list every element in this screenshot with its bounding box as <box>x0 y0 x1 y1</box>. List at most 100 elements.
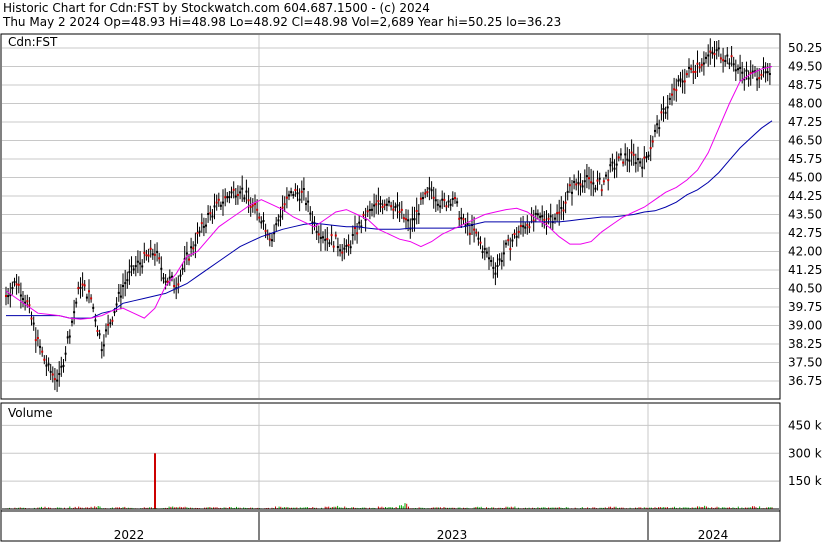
close-mark <box>83 284 86 287</box>
close-mark <box>75 301 78 304</box>
close-mark <box>92 306 95 309</box>
close-mark <box>541 215 544 218</box>
close-mark <box>432 196 435 199</box>
close-mark <box>679 78 682 81</box>
close-mark <box>19 294 22 297</box>
volume-tick-label: 450 k <box>788 418 822 432</box>
close-mark <box>709 50 712 53</box>
close-mark <box>477 237 480 240</box>
price-tick-label: 45.00 <box>788 171 822 185</box>
close-mark <box>424 192 427 195</box>
close-mark <box>619 153 622 156</box>
close-mark <box>511 239 514 242</box>
close-mark <box>611 161 614 164</box>
price-tick-label: 42.75 <box>788 226 822 240</box>
close-mark <box>660 111 663 114</box>
close-mark <box>466 223 469 226</box>
close-mark <box>726 54 729 57</box>
close-mark <box>573 180 576 183</box>
close-mark <box>609 164 612 167</box>
close-mark <box>228 196 231 199</box>
close-mark <box>30 317 33 320</box>
close-mark <box>347 244 350 246</box>
close-mark <box>71 320 73 323</box>
close-mark <box>230 191 233 194</box>
close-mark <box>34 339 37 342</box>
close-mark <box>515 235 518 238</box>
close-mark <box>279 215 282 218</box>
close-mark <box>130 265 133 268</box>
close-mark <box>111 319 114 322</box>
close-mark <box>502 252 505 255</box>
close-mark <box>566 190 569 193</box>
close-mark <box>641 166 644 169</box>
close-mark <box>79 286 82 289</box>
close-mark <box>371 208 373 211</box>
close-mark <box>307 200 310 203</box>
close-mark <box>475 231 478 234</box>
stock-chart: Cdn:FST 50.25 49.50 48.75 48.00 47.25 46.50 45… <box>0 33 822 542</box>
volume-axis: 450 k 300 k 150 k <box>788 418 822 488</box>
close-mark <box>426 191 429 194</box>
close-mark <box>496 265 499 267</box>
close-mark <box>481 251 484 253</box>
close-mark <box>692 70 695 73</box>
close-mark <box>245 190 248 193</box>
close-mark <box>256 208 259 211</box>
close-mark <box>509 248 512 251</box>
close-mark <box>764 71 767 74</box>
close-mark <box>268 238 271 241</box>
close-mark <box>590 181 593 184</box>
close-mark <box>673 88 676 91</box>
close-mark <box>288 194 290 197</box>
close-mark <box>224 196 227 199</box>
close-mark <box>330 234 333 237</box>
close-mark <box>651 140 654 143</box>
close-mark <box>109 322 112 325</box>
close-mark <box>117 291 120 294</box>
close-mark <box>51 373 54 376</box>
close-mark <box>90 297 93 300</box>
close-mark <box>124 282 127 285</box>
close-mark <box>190 246 193 249</box>
price-tick-label: 44.25 <box>788 189 822 203</box>
close-mark <box>64 352 67 355</box>
price-tick-label: 42.00 <box>788 245 822 259</box>
close-mark <box>56 379 59 382</box>
close-mark <box>717 47 720 50</box>
close-mark <box>600 189 603 192</box>
close-mark <box>232 188 235 191</box>
close-mark <box>575 183 578 186</box>
close-mark <box>434 199 437 202</box>
close-mark <box>536 213 539 216</box>
close-mark <box>734 69 737 72</box>
year-label: 2022 <box>114 528 145 542</box>
close-mark <box>145 254 148 257</box>
close-mark <box>605 174 607 177</box>
close-mark <box>122 285 124 287</box>
close-mark <box>526 223 529 226</box>
close-mark <box>388 200 390 203</box>
close-mark <box>343 247 346 250</box>
close-mark <box>622 161 625 164</box>
close-mark <box>747 77 750 80</box>
close-mark <box>698 66 701 69</box>
close-mark <box>211 215 214 218</box>
close-mark <box>647 154 650 157</box>
close-mark <box>292 194 295 196</box>
price-tick-label: 39.00 <box>788 319 822 333</box>
close-mark <box>13 281 16 284</box>
close-mark <box>356 232 359 235</box>
close-mark <box>22 298 24 301</box>
price-tick-label: 40.50 <box>788 282 822 296</box>
close-mark <box>322 236 324 239</box>
close-mark <box>649 147 652 150</box>
close-mark <box>81 283 84 286</box>
close-mark <box>100 349 103 352</box>
close-mark <box>705 56 707 59</box>
close-mark <box>151 253 154 256</box>
close-mark <box>539 215 542 218</box>
close-mark <box>66 336 69 339</box>
close-mark <box>628 159 631 162</box>
close-mark <box>439 205 442 208</box>
